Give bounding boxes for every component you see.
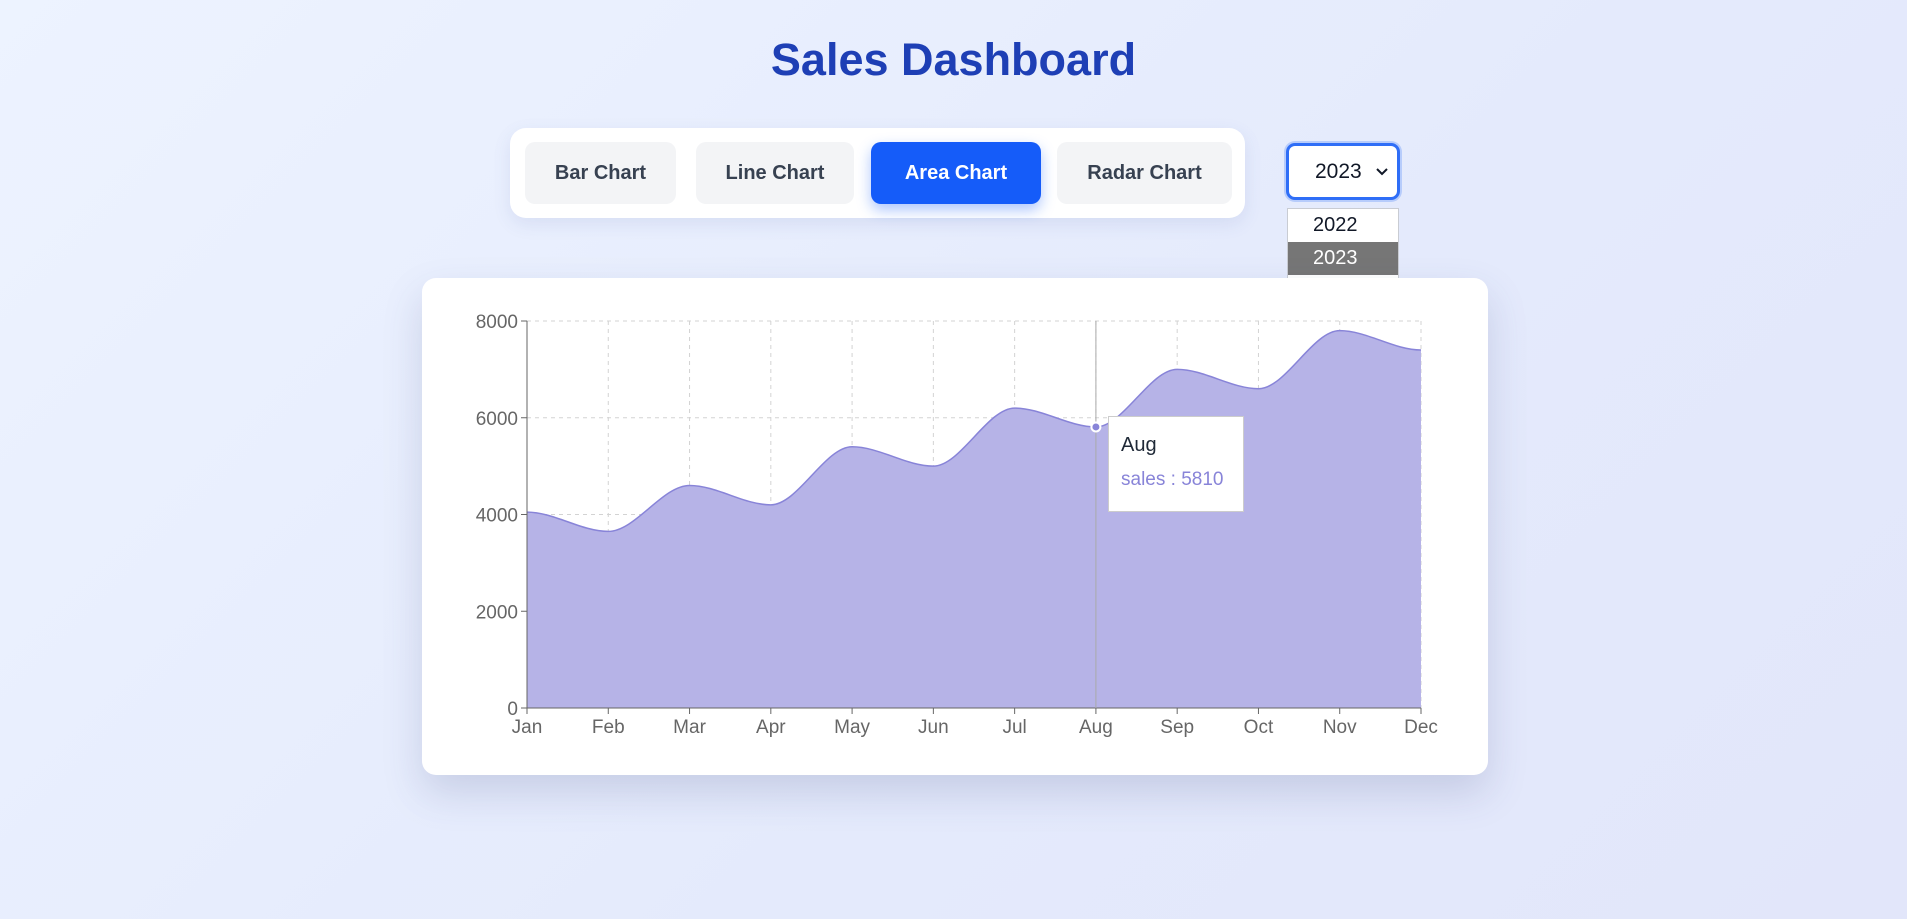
chart-tooltip: Aug sales : 5810 — [1108, 416, 1244, 512]
x-tick-label: Mar — [673, 717, 706, 738]
tab-line-chart[interactable]: Line Chart — [696, 142, 854, 204]
x-tick-label: Apr — [756, 717, 786, 738]
chevron-down-icon — [1375, 159, 1389, 190]
sales-area-fill — [527, 330, 1421, 708]
y-tick-label: 4000 — [476, 506, 518, 527]
tooltip-value: sales : 5810 — [1121, 469, 1224, 490]
x-tick-label: Dec — [1404, 717, 1438, 738]
x-tick-label: Jul — [1002, 717, 1026, 738]
y-tick-label: 2000 — [476, 602, 518, 623]
x-tick-label: Jan — [512, 717, 543, 738]
tab-radar-chart[interactable]: Radar Chart — [1057, 142, 1232, 204]
year-option-2023[interactable]: 2023 — [1288, 242, 1398, 275]
area-chart: 02000400060008000Jan Feb Mar Apr May Jun Jul Au… — [476, 312, 1438, 738]
page-title: Sales Dashboard — [770, 34, 1137, 85]
y-tick-label: 8000 — [476, 312, 518, 333]
year-option-2022[interactable]: 2022 — [1288, 209, 1398, 242]
x-tick-label: Jun — [918, 717, 949, 738]
tooltip-category: Aug — [1121, 434, 1157, 456]
x-tick-label: Aug — [1079, 717, 1113, 738]
chart-type-tabs: Bar Chart Line Chart Area Chart Radar Ch… — [510, 128, 1245, 218]
x-tick-label: May — [834, 717, 870, 738]
chart-card: 0 2000 4000 6000 8000 Jan Feb Mar Apr May Jun Jul Au… — [422, 278, 1488, 775]
tab-area-chart[interactable]: Area Chart — [871, 142, 1041, 204]
x-tick-label: Oct — [1244, 717, 1274, 738]
x-tick-label: Nov — [1323, 717, 1357, 738]
active-data-point — [1090, 421, 1102, 433]
x-tick-label: Feb — [592, 717, 625, 738]
year-select-value: 2023 — [1315, 160, 1362, 183]
tab-bar-chart[interactable]: Bar Chart — [525, 142, 676, 204]
y-tick-label: 6000 — [476, 409, 518, 430]
year-select[interactable]: 2023 — [1286, 143, 1400, 200]
x-tick-label: Sep — [1160, 717, 1194, 738]
